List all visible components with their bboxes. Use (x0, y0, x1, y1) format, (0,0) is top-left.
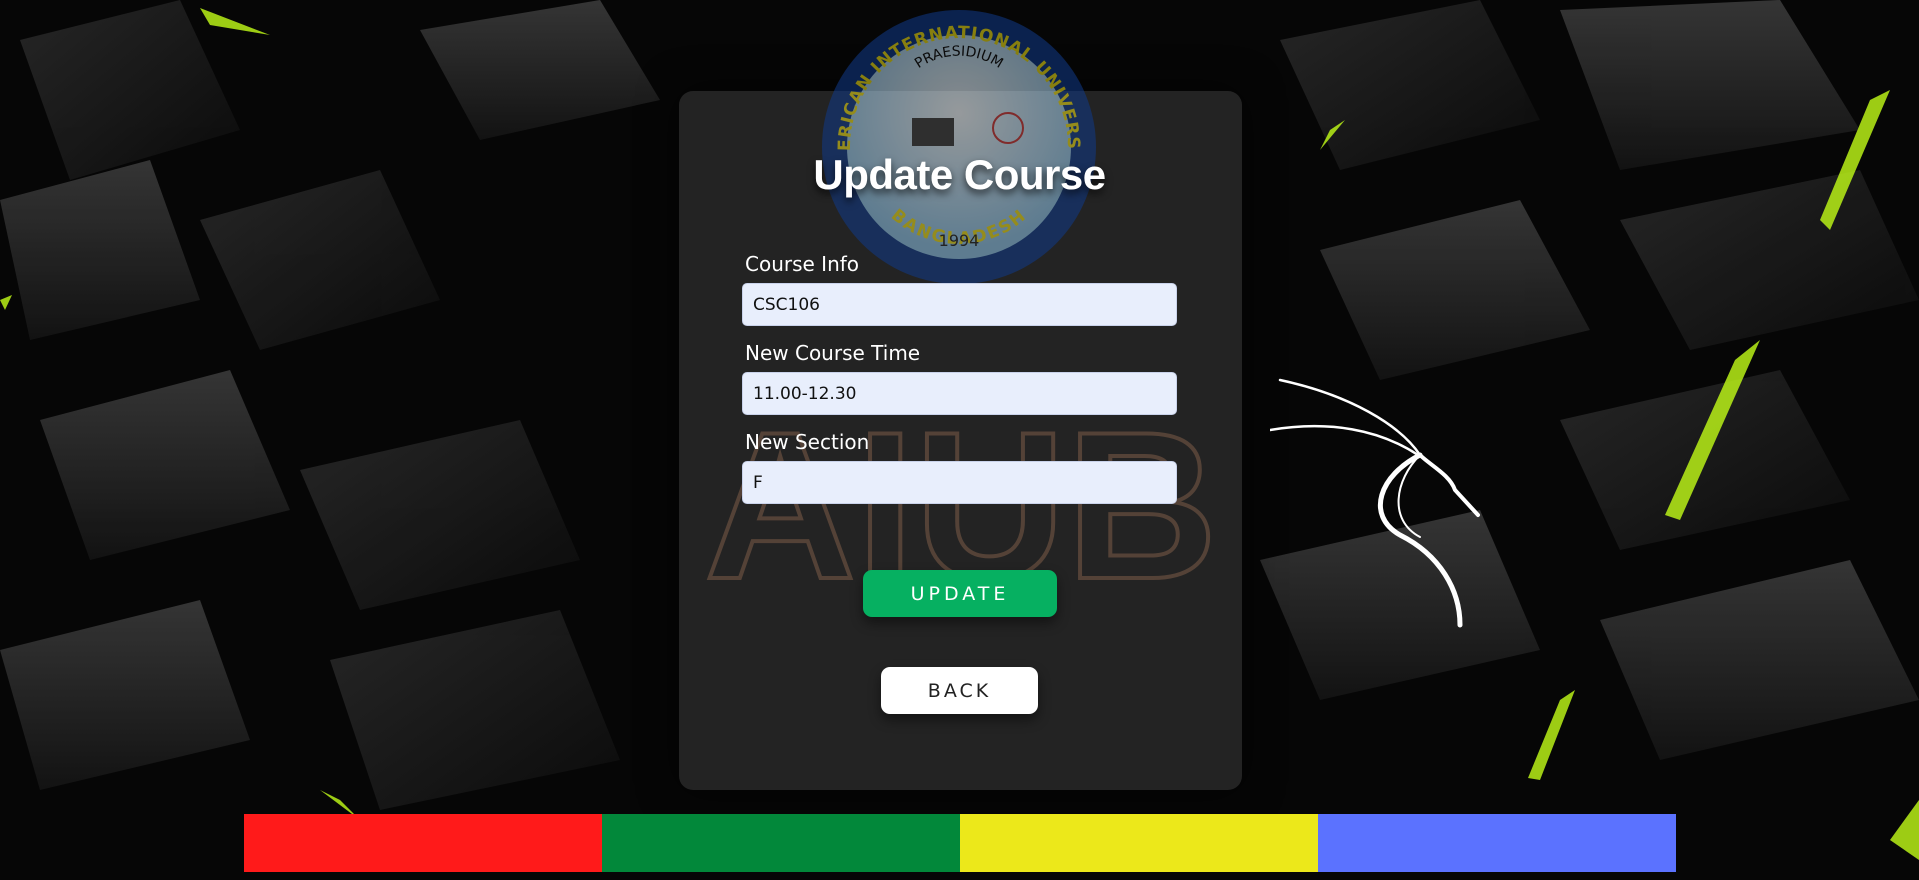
course-info-label: Course Info (745, 252, 860, 276)
stripe-green (602, 814, 960, 872)
seal-year-text: 1994 (939, 231, 980, 250)
stripe-yellow (960, 814, 1318, 872)
back-button[interactable]: BACK (881, 667, 1038, 714)
course-time-input[interactable] (742, 372, 1177, 415)
stripe-red (244, 814, 602, 872)
course-time-label: New Course Time (745, 341, 921, 365)
update-button[interactable]: UPDATE (863, 570, 1057, 617)
page-title: Update Course (813, 151, 1106, 198)
stripe-blue (1318, 814, 1676, 872)
color-stripes-bar (244, 814, 1676, 872)
university-seal-logo: AMERICAN INTERNATIONAL UNIVERSITY BANGLA… (820, 8, 1096, 284)
course-info-input[interactable] (742, 283, 1177, 326)
section-label: New Section (745, 430, 870, 454)
section-input[interactable] (742, 461, 1177, 504)
dragon-icon (1270, 378, 1480, 628)
